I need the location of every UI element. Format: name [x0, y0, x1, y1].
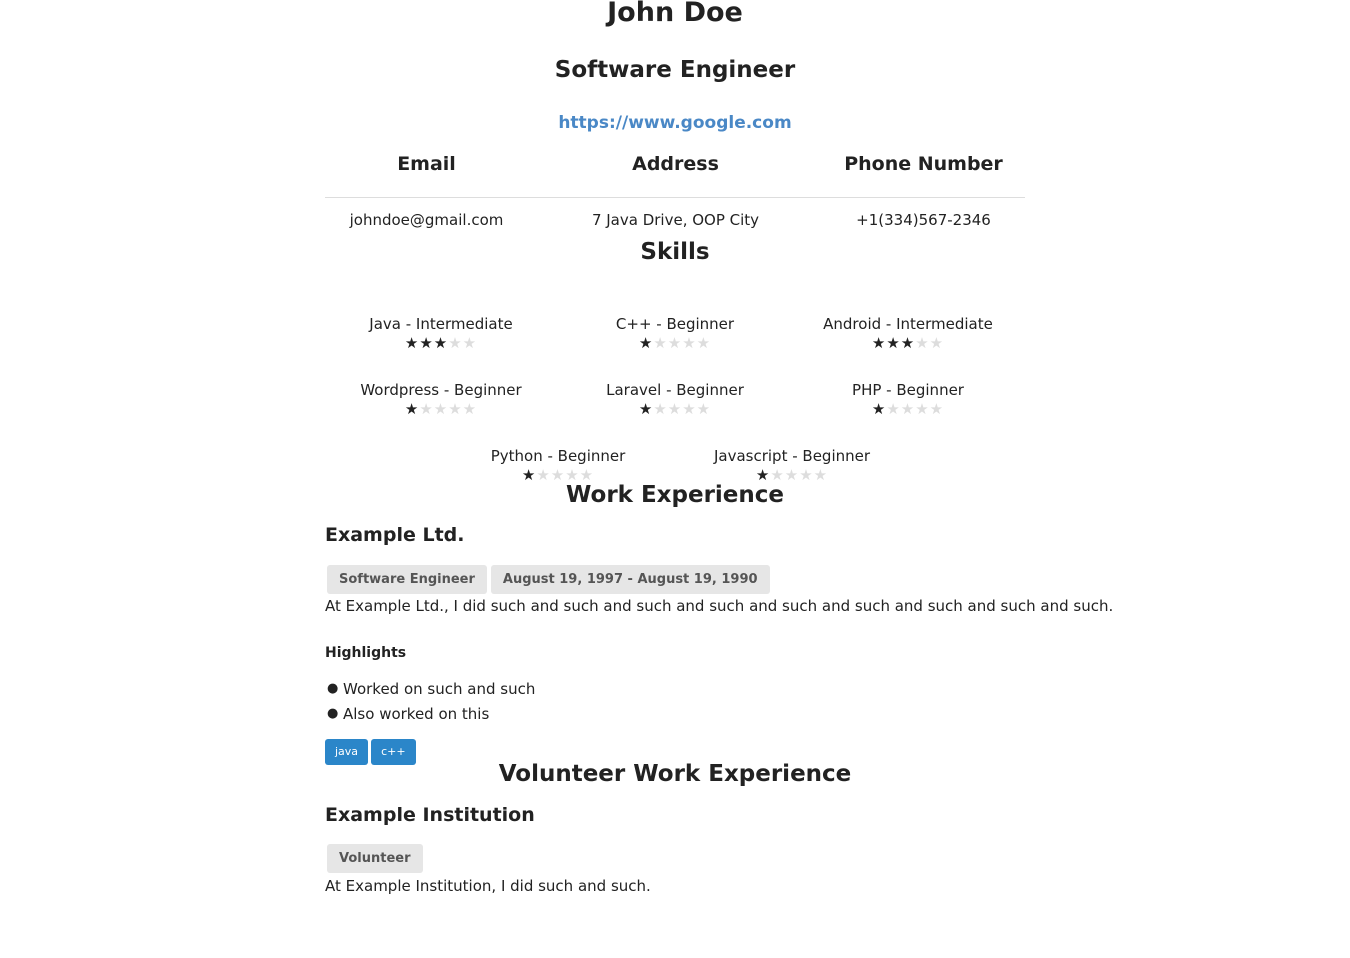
skill-rating: ★★★★★	[565, 334, 785, 352]
star-icon: ★	[448, 334, 463, 352]
work-position-tag: Software Engineer	[327, 565, 487, 594]
star-icon: ★	[462, 400, 478, 418]
highlight-item: ● Worked on such and such	[325, 680, 535, 705]
skill-item: Laravel - Beginner ★★★★★	[565, 381, 785, 418]
volunteer-organization: Example Institution	[325, 804, 535, 826]
skill-label: Java - Intermediate	[369, 315, 513, 333]
star-icon: ★	[462, 334, 478, 352]
star-icon: ★	[915, 400, 930, 418]
skill-label: Python - Beginner	[490, 447, 626, 465]
star-icon: ★	[871, 334, 887, 352]
work-summary: At Example Ltd., I did such and such and…	[325, 597, 1114, 615]
star-icon: ★	[419, 400, 434, 418]
skill-label: Android - Intermediate	[823, 315, 993, 333]
star-icon: ★	[696, 334, 712, 352]
contact-address: 7 Java Drive, OOP City	[591, 211, 760, 229]
star-icon: ★	[682, 334, 697, 352]
volunteer-tags: Volunteer	[327, 844, 423, 873]
work-experience-title: Work Experience	[565, 482, 785, 508]
star-icon: ★	[448, 400, 463, 418]
contact-email: johndoe@gmail.com	[349, 211, 504, 229]
work-tags: Software Engineer August 19, 1997 - Augu…	[327, 565, 770, 594]
star-icon: ★	[653, 334, 668, 352]
bullet-icon: ●	[327, 706, 339, 721]
work-dates-tag: August 19, 1997 - August 19, 1990	[490, 565, 770, 594]
volunteer-position-tag: Volunteer	[327, 844, 423, 873]
contact-header-email: Email	[397, 153, 456, 175]
skill-label: Laravel - Beginner	[606, 381, 744, 399]
star-icon: ★	[667, 400, 683, 418]
website-link[interactable]: https://www.google.com	[325, 113, 1025, 133]
skill-rating: ★★★★★	[565, 400, 785, 418]
highlight-item: ● Also worked on this	[325, 705, 535, 730]
skill-rating: ★★★★★	[798, 334, 1018, 352]
skill-label: Wordpress - Beginner	[360, 381, 522, 399]
contact-phone: +1(334)567-2346	[856, 211, 991, 229]
skill-item: PHP - Beginner ★★★★★	[798, 381, 1018, 418]
skill-item: Python - Beginner ★★★★★	[448, 447, 668, 484]
star-icon: ★	[638, 400, 654, 418]
star-icon: ★	[653, 400, 668, 418]
star-icon: ★	[667, 334, 683, 352]
skill-rating: ★★★★★	[331, 400, 551, 418]
skill-item: Java - Intermediate ★★★★★	[331, 315, 551, 352]
star-icon: ★	[900, 334, 916, 352]
skills-title: Skills	[640, 239, 710, 265]
bullet-icon: ●	[327, 681, 339, 696]
skill-item: Wordpress - Beginner ★★★★★	[331, 381, 551, 418]
star-icon: ★	[886, 400, 901, 418]
contact-header-phone: Phone Number	[844, 153, 1003, 175]
skill-item: Android - Intermediate ★★★★★	[798, 315, 1018, 352]
volunteer-summary: At Example Institution, I did such and s…	[325, 877, 651, 895]
star-icon: ★	[404, 400, 420, 418]
star-icon: ★	[871, 400, 887, 418]
star-icon: ★	[929, 400, 945, 418]
highlight-text: Also worked on this	[343, 705, 490, 723]
highlights-title: Highlights	[325, 645, 407, 661]
star-icon: ★	[404, 334, 420, 352]
star-icon: ★	[929, 334, 945, 352]
star-icon: ★	[433, 400, 449, 418]
star-icon: ★	[900, 400, 916, 418]
star-icon: ★	[682, 400, 697, 418]
star-icon: ★	[638, 334, 654, 352]
star-icon: ★	[696, 400, 712, 418]
skill-rating: ★★★★★	[798, 400, 1018, 418]
skill-label: PHP - Beginner	[852, 381, 964, 399]
skill-rating: ★★★★★	[331, 334, 551, 352]
star-icon: ★	[433, 334, 449, 352]
skill-label: C++ - Beginner	[615, 315, 735, 333]
resume-name: John Doe	[607, 0, 743, 28]
star-icon: ★	[419, 334, 434, 352]
contact-header-row: Email Address Phone Number	[325, 153, 1025, 198]
contact-header-address: Address	[632, 153, 719, 175]
highlights-list: ● Worked on such and such ● Also worked on…	[325, 680, 535, 730]
star-icon: ★	[915, 334, 930, 352]
work-company: Example Ltd.	[325, 524, 465, 546]
highlight-text: Worked on such and such	[343, 680, 536, 698]
resume-role: Software Engineer	[554, 57, 796, 83]
star-icon: ★	[886, 334, 901, 352]
skill-item: Javascript - Beginner ★★★★★	[682, 447, 902, 484]
volunteer-title: Volunteer Work Experience	[498, 761, 852, 787]
skill-label: Javascript - Beginner	[713, 447, 871, 465]
skill-item: C++ - Beginner ★★★★★	[565, 315, 785, 352]
